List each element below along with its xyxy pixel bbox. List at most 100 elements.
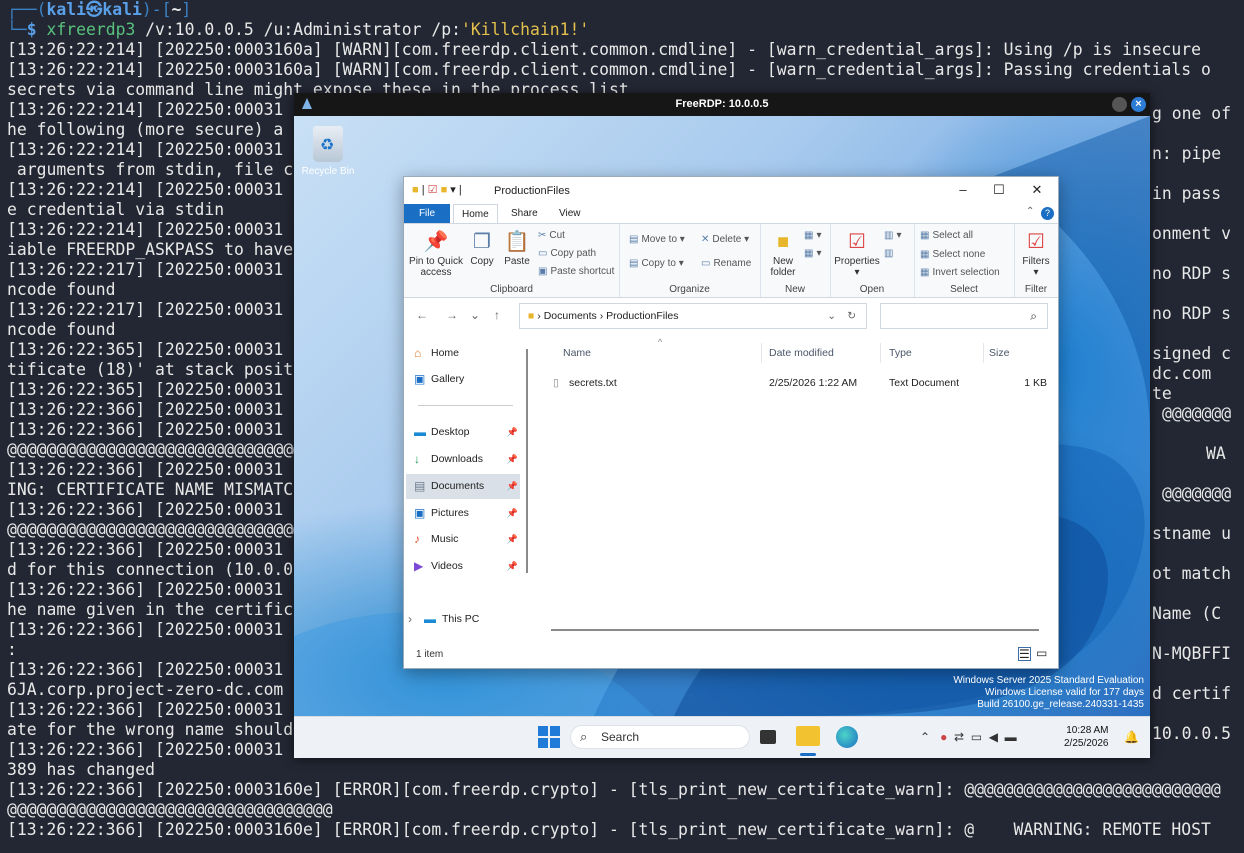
terminal-log-line: 389 has changed xyxy=(7,760,156,779)
file-row-secrets-txt[interactable]: ▯ secrets.txt 2/25/2026 1:22 AM Text Doc… xyxy=(547,372,1047,394)
nav-documents[interactable]: ▤ Documents 📌 xyxy=(406,474,520,499)
help-icon[interactable]: ? xyxy=(1041,207,1054,220)
nav-music[interactable]: ♪ Music 📌 xyxy=(406,527,520,552)
open-button[interactable]: ▥ ▾ xyxy=(884,230,901,241)
forward-arrow-icon[interactable]: → xyxy=(446,308,458,322)
terminal-overflow-text: @@@@@@@ xyxy=(1162,484,1232,503)
tab-file[interactable]: File xyxy=(404,204,450,223)
properties-check-icon[interactable]: ☑ xyxy=(428,184,438,196)
column-separator[interactable] xyxy=(880,343,881,363)
file-explorer-window[interactable]: ■ | ☑ ■ ▾ | ProductionFiles – ☐ ✕ File H… xyxy=(403,176,1059,669)
column-separator[interactable] xyxy=(761,343,762,363)
expand-chevron-icon[interactable]: › xyxy=(408,607,412,632)
column-name[interactable]: Name xyxy=(563,347,591,359)
security-icon[interactable]: ● xyxy=(940,730,947,744)
file-explorer-taskbar-icon[interactable] xyxy=(796,726,820,746)
move-to-button[interactable]: ▤ Move to ▾ xyxy=(629,234,685,245)
chevron-down-icon[interactable]: ▾ xyxy=(450,184,456,196)
quick-access-toolbar[interactable]: ■ | ☑ ■ ▾ | xyxy=(412,183,462,196)
column-date-modified[interactable]: Date modified xyxy=(769,347,834,359)
paste-button[interactable]: 📋 Paste xyxy=(502,230,532,267)
freerdp-logo-icon xyxy=(302,98,312,109)
display-icon[interactable]: ▭ xyxy=(971,730,982,744)
collapse-ribbon-icon[interactable]: ⌃ xyxy=(1026,206,1034,217)
battery-icon[interactable]: ▬ xyxy=(1005,730,1017,744)
edit-icon: ▥ xyxy=(884,248,894,259)
rdp-window[interactable]: FreeRDP: 10.0.0.5 × ♻ Recycle Bin ■ | ☑ … xyxy=(294,93,1150,758)
nav-home[interactable]: ⌂ Home xyxy=(406,341,520,366)
nav-gallery[interactable]: ▣ Gallery xyxy=(406,367,520,392)
new-item-button[interactable]: ▦ ▾ xyxy=(804,230,821,241)
new-folder-button[interactable]: ■ New folder xyxy=(764,230,802,278)
column-size[interactable]: Size xyxy=(989,347,1009,359)
rename-button[interactable]: ▭ Rename xyxy=(701,258,751,269)
select-none-button[interactable]: ▦ Select none xyxy=(920,249,985,260)
nav-downloads[interactable]: ↓ Downloads 📌 xyxy=(406,447,520,472)
back-arrow-icon[interactable]: ← xyxy=(416,308,428,322)
maximize-button[interactable]: ☐ xyxy=(984,181,1014,199)
task-view-icon[interactable] xyxy=(760,730,776,744)
cut-button[interactable]: ✂ Cut xyxy=(538,230,565,241)
breadcrumb-documents[interactable]: Documents xyxy=(544,310,597,322)
tab-share[interactable]: Share xyxy=(503,204,546,223)
copy-path-button[interactable]: ▭ Copy path xyxy=(538,248,596,259)
easy-access-icon: ▦ xyxy=(804,248,814,259)
select-all-button[interactable]: ▦ Select all xyxy=(920,230,973,241)
nav-scrollbar[interactable] xyxy=(526,349,528,573)
tab-view[interactable]: View xyxy=(551,204,589,223)
pin-to-quick-access-button[interactable]: 📌 Pin to Quick access xyxy=(408,230,464,278)
rdp-titlebar[interactable]: FreeRDP: 10.0.0.5 × xyxy=(294,93,1150,116)
nav-pictures[interactable]: ▣ Pictures 📌 xyxy=(406,501,520,526)
address-dropdown-icon[interactable]: ⌄ xyxy=(827,304,836,328)
system-tray[interactable]: ⌃ ● ⇄ ▭ ◀ ▬ xyxy=(920,730,1017,744)
recent-chevron-icon[interactable]: ⌄ xyxy=(470,308,480,322)
close-button[interactable]: ✕ xyxy=(1022,181,1052,199)
details-view-icon[interactable]: ☰ xyxy=(1018,647,1031,661)
edit-button[interactable]: ▥ xyxy=(884,248,896,259)
new-folder-icon[interactable]: ■ xyxy=(441,184,448,196)
delete-button[interactable]: ✕ Delete ▾ xyxy=(701,234,749,245)
filters-button[interactable]: ☑ Filters ▾ xyxy=(1018,230,1054,278)
filter-group-label: Filter xyxy=(1024,284,1048,295)
copy-button[interactable]: ❐ Copy xyxy=(466,230,498,267)
nav-this-pc[interactable]: › ▬ This PC xyxy=(406,607,520,632)
invert-selection-button[interactable]: ▦ Invert selection xyxy=(920,267,1000,278)
rdp-close-button[interactable]: × xyxy=(1131,97,1146,112)
recycle-bin[interactable]: ♻ Recycle Bin xyxy=(300,126,356,177)
nav-videos[interactable]: ▶ Videos 📌 xyxy=(406,554,520,579)
chevron-up-icon[interactable]: ⌃ xyxy=(920,730,930,744)
breadcrumb-productionfiles[interactable]: ProductionFiles xyxy=(606,310,678,322)
up-arrow-icon[interactable]: ↑ xyxy=(494,308,500,322)
search-input[interactable]: ⌕ xyxy=(880,303,1048,329)
minimize-button[interactable]: – xyxy=(948,181,978,199)
easy-access-button[interactable]: ▦ ▾ xyxy=(804,248,821,259)
taskbar-clock[interactable]: 10:28 AM 2/25/2026 xyxy=(1064,724,1109,750)
taskbar-search[interactable]: ⌕ Search xyxy=(570,725,750,749)
address-bar[interactable]: ■ › Documents › ProductionFiles ⌄ ↻ xyxy=(519,303,867,329)
edge-browser-icon[interactable] xyxy=(836,726,858,748)
volume-icon[interactable]: ◀ xyxy=(989,730,998,744)
explorer-titlebar[interactable]: ■ | ☑ ■ ▾ | ProductionFiles – ☐ ✕ xyxy=(404,177,1058,204)
remote-desktop[interactable]: ♻ Recycle Bin ■ | ☑ ■ ▾ | ProductionFile… xyxy=(294,116,1150,716)
copy-to-button[interactable]: ▤ Copy to ▾ xyxy=(629,258,684,269)
windows-start-icon[interactable] xyxy=(538,726,560,748)
rdp-minimize-button[interactable] xyxy=(1112,97,1127,112)
large-icons-view-icon[interactable]: ▭ xyxy=(1036,647,1047,659)
recycle-bin-label: Recycle Bin xyxy=(301,166,355,177)
pin-icon: 📌 xyxy=(506,561,518,571)
network-icon[interactable]: ⇄ xyxy=(954,730,964,744)
pin-icon: 📌 xyxy=(506,534,518,544)
nav-desktop[interactable]: ▬ Desktop 📌 xyxy=(406,420,520,445)
properties-button[interactable]: ☑ Properties ▾ xyxy=(834,230,880,278)
tab-home[interactable]: Home xyxy=(453,204,498,224)
notification-bell-icon[interactable]: 🔔 xyxy=(1124,730,1139,744)
paste-shortcut-button[interactable]: ▣ Paste shortcut xyxy=(538,266,614,277)
videos-icon: ▶ xyxy=(414,559,424,573)
paste-shortcut-icon: ▣ xyxy=(538,266,548,277)
address-row: ← → ⌄ ↑ ■ › Documents › ProductionFiles … xyxy=(404,297,1058,333)
column-separator[interactable] xyxy=(983,343,984,363)
file-list-scrollbar[interactable] xyxy=(551,629,1039,631)
column-type[interactable]: Type xyxy=(889,347,912,359)
pin-icon: 📌 xyxy=(506,508,518,518)
refresh-icon[interactable]: ↻ xyxy=(847,304,856,328)
